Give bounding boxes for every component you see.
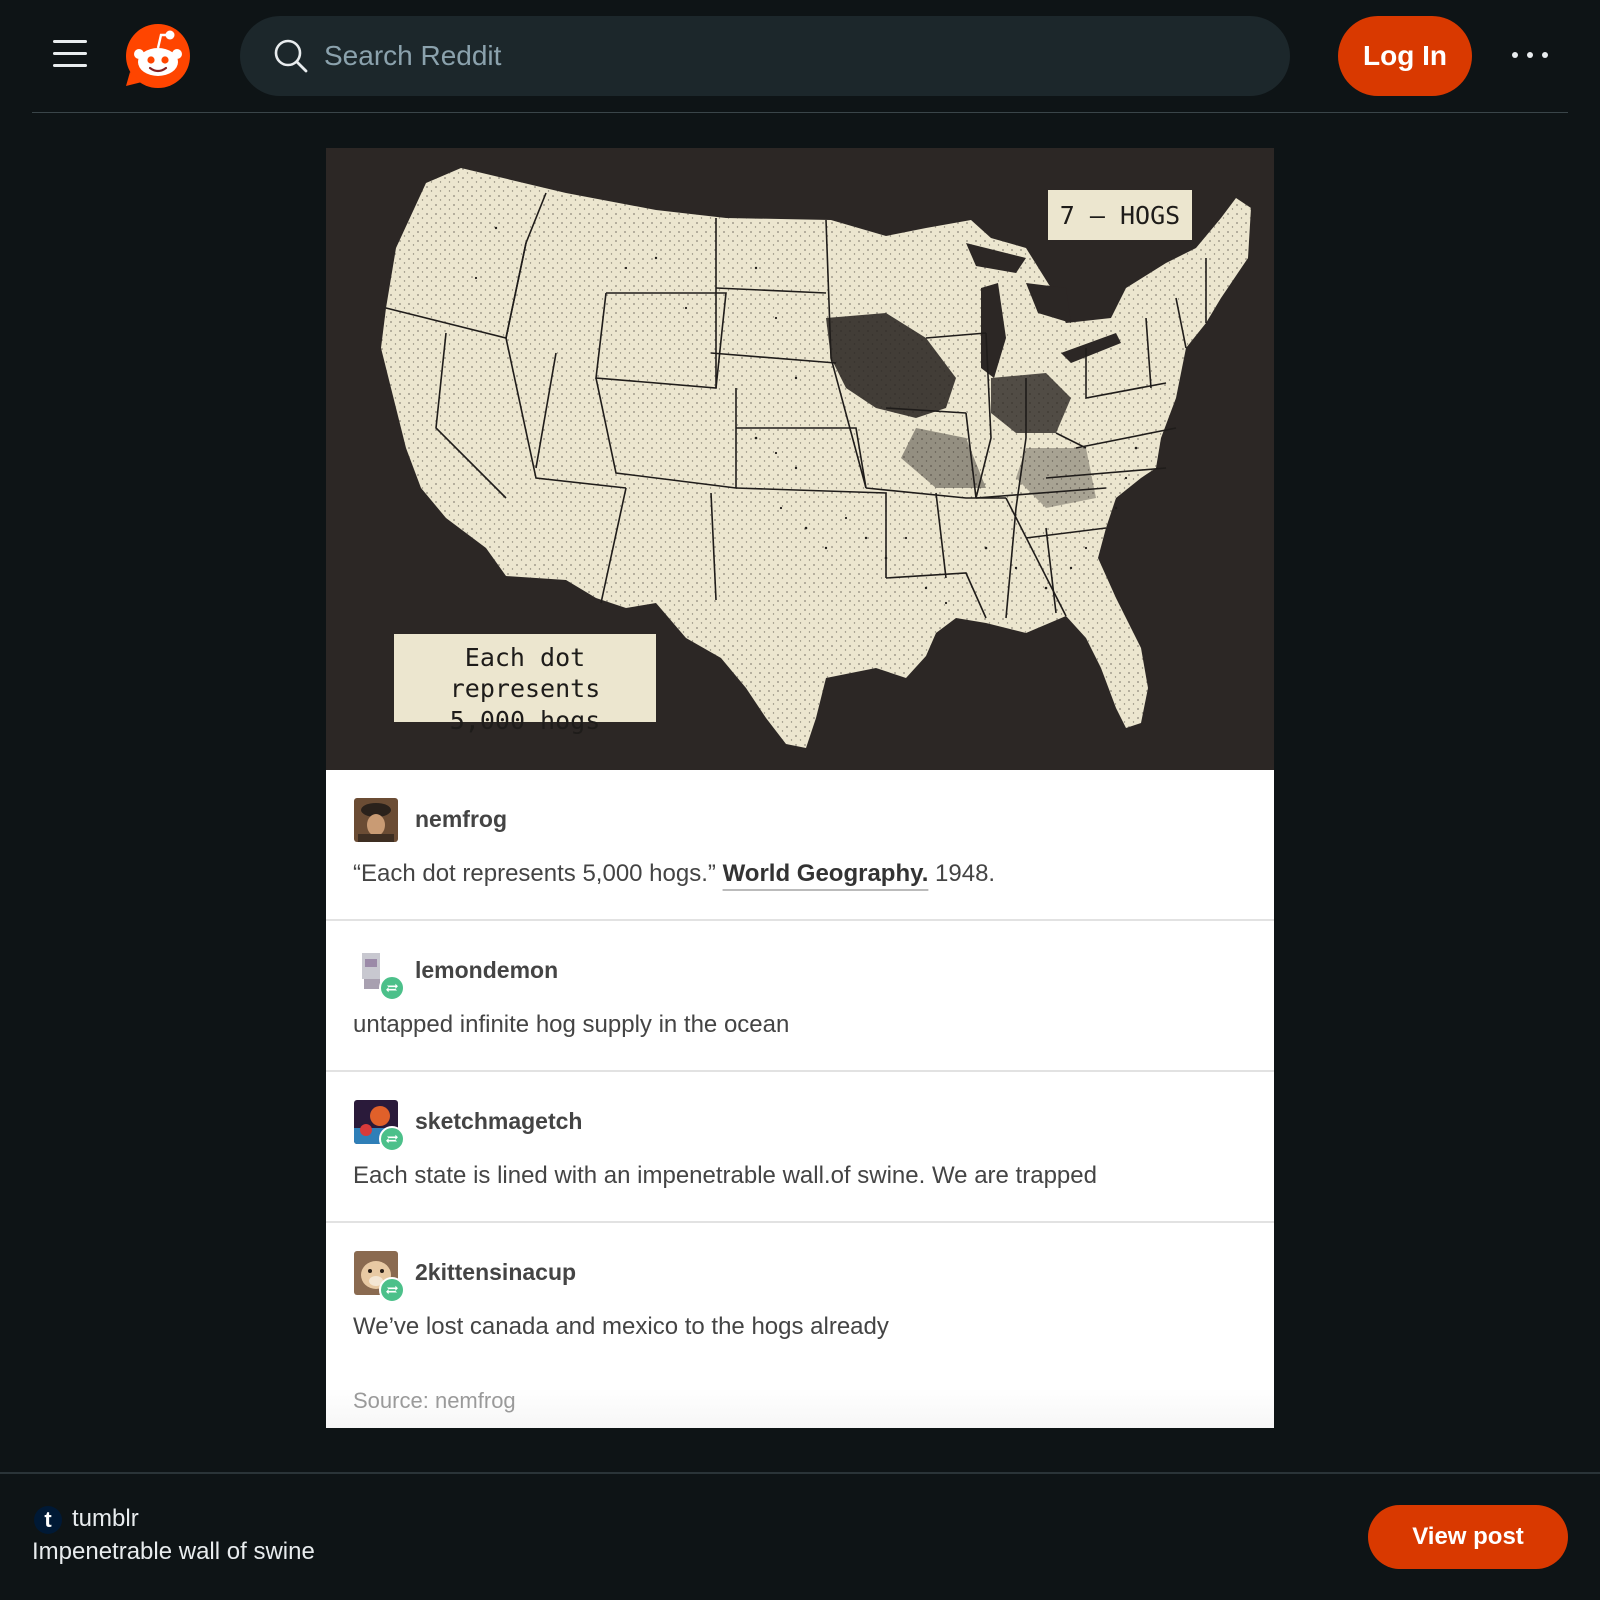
top-header: Log In (0, 0, 1600, 112)
search-input[interactable] (322, 26, 1290, 86)
reddit-logo[interactable] (124, 22, 192, 90)
reblog-icon (379, 1277, 405, 1303)
search-icon (274, 39, 308, 73)
domain-label[interactable]: tumblr (72, 1505, 139, 1533)
map-title: 7 – HOGS (1048, 190, 1192, 240)
footer-divider (0, 1472, 1600, 1474)
year-text: 1948. (928, 860, 996, 887)
entry-text: Each state is lined with an impenetrable… (353, 1162, 1097, 1189)
map-legend-line-1: Each dot represents (449, 643, 601, 704)
source-link[interactable]: World Geography. (723, 860, 929, 887)
source-name[interactable]: nemfrog (435, 1388, 516, 1413)
tumblr-entry: 2kittensinacup We’ve lost canada and mex… (326, 1223, 1274, 1428)
avatar (354, 1100, 405, 1152)
tumblr-entry: sketchmagetch Each state is lined with a… (326, 1072, 1274, 1223)
map-legend: Each dot represents 5,000 hogs (394, 634, 656, 735)
username[interactable]: nemfrog (415, 806, 507, 833)
tumblr-icon: t (34, 1506, 62, 1534)
login-button[interactable]: Log In (1338, 16, 1472, 96)
tumblr-entry: lemondemon untapped infinite hog supply … (326, 921, 1274, 1072)
entry-text: We’ve lost canada and mexico to the hogs… (353, 1313, 889, 1340)
username[interactable]: lemondemon (415, 957, 558, 984)
entry-text: untapped infinite hog supply in the ocea… (353, 1011, 790, 1038)
source-label: Source: (353, 1388, 429, 1413)
menu-icon[interactable] (50, 37, 90, 71)
search-bar[interactable] (240, 16, 1290, 96)
avatar (354, 949, 405, 1001)
source-line: Source: nemfrog (353, 1388, 516, 1414)
view-post-button[interactable]: View post (1368, 1505, 1568, 1569)
post-title[interactable]: Impenetrable wall of swine (32, 1538, 315, 1566)
reblog-icon (379, 975, 405, 1001)
avatar-image (354, 798, 398, 842)
header-divider (32, 112, 1568, 113)
avatar (354, 1251, 405, 1303)
map-legend-line-2: 5,000 hogs (449, 705, 601, 735)
hog-density-map: 7 – HOGS Each dot represents 5,000 hogs (326, 148, 1274, 770)
avatar (354, 798, 398, 842)
more-icon[interactable] (1508, 40, 1552, 70)
username[interactable]: sketchmagetch (415, 1108, 582, 1135)
tumblr-thread: nemfrog “Each dot represents 5,000 hogs.… (326, 770, 1274, 1428)
quote-text: “Each dot represents 5,000 hogs.” (353, 860, 723, 887)
reblog-icon (379, 1126, 405, 1152)
entry-text: “Each dot represents 5,000 hogs.” World … (353, 860, 995, 888)
username[interactable]: 2kittensinacup (415, 1259, 576, 1286)
post-image[interactable]: 7 – HOGS Each dot represents 5,000 hogs … (326, 148, 1274, 1428)
tumblr-entry: nemfrog “Each dot represents 5,000 hogs.… (326, 770, 1274, 921)
